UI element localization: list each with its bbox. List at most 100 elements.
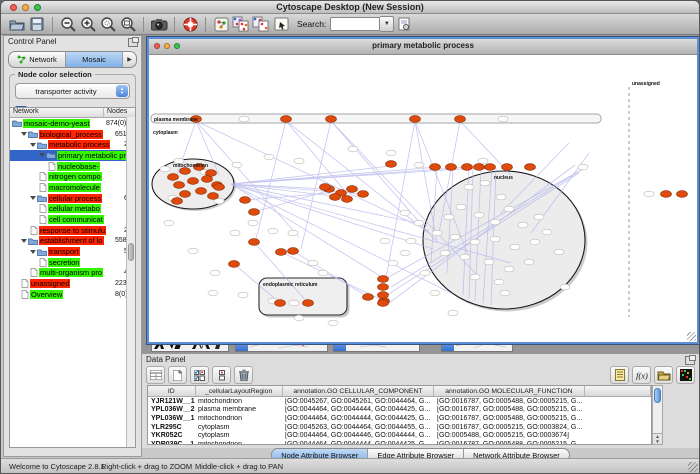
- table-scrollbar-arrows[interactable]: ▲▼: [653, 433, 662, 444]
- table-row[interactable]: YJR121W__1mitochondrion[GO:0045267, GO:0…: [148, 397, 651, 406]
- network-tab-icon: [17, 55, 26, 64]
- tree-row[interactable]: response to stimulu264(0): [10, 225, 135, 236]
- network-view-frame[interactable]: primary metabolic process: [147, 37, 699, 344]
- tab-network[interactable]: Network: [9, 52, 66, 67]
- table-column-header[interactable]: [585, 386, 651, 396]
- expand-triangle-icon[interactable]: [30, 250, 36, 254]
- tree-row-label: secretion: [48, 258, 80, 267]
- tree-row-label: macromolecule: [48, 183, 101, 192]
- save-icon[interactable]: [27, 15, 47, 33]
- tree-row[interactable]: nucleobase-209(0): [10, 161, 135, 172]
- merge-networks-icon[interactable]: [231, 15, 251, 33]
- tree-row[interactable]: secretion41(0): [10, 257, 135, 268]
- tree-header[interactable]: Network Nodes: [10, 108, 135, 118]
- open-folder-icon[interactable]: [7, 15, 27, 33]
- table-row[interactable]: YKR052Ccytoplasm[GO:0044464, GO:0044446,…: [148, 431, 651, 440]
- status-welcome: Welcome to Cytoscape 2.8.1: [9, 462, 105, 471]
- tab-mosaic[interactable]: Mosaic: [66, 52, 123, 67]
- zoom-out-icon[interactable]: [58, 15, 78, 33]
- table-column-header[interactable]: _cellularLayoutRegion: [196, 386, 283, 396]
- table-scrollbar[interactable]: ▲▼: [652, 385, 663, 445]
- annotation-icon[interactable]: [271, 15, 291, 33]
- network-frame-titlebar[interactable]: primary metabolic process: [149, 39, 697, 55]
- expand-triangle-icon[interactable]: [21, 132, 27, 136]
- tree-row[interactable]: establishment of lo558(0): [10, 236, 135, 247]
- node-color-dropdown[interactable]: transporter activity ▲▼: [15, 83, 130, 99]
- tree-row[interactable]: macromolecule311(0): [10, 182, 135, 193]
- table-column-header[interactable]: ID: [148, 386, 196, 396]
- data-panel-toolbar: f(x): [146, 366, 695, 384]
- tree-row[interactable]: cellular process614(0): [10, 193, 135, 204]
- tree-row-label: cellular process: [48, 194, 102, 203]
- tree-row[interactable]: nitrogen compo209(0): [10, 171, 135, 182]
- table-cell: YPL036W__1: [148, 415, 195, 422]
- zoom-selected-icon[interactable]: [98, 15, 118, 33]
- tree-row[interactable]: cell communicat22(0): [10, 214, 135, 225]
- attribute-editor-icon[interactable]: [610, 366, 629, 384]
- title-bar: Cytoscape Desktop (New Session): [1, 1, 699, 14]
- tree-scrollbar-thumb[interactable]: [128, 243, 134, 261]
- tree-row-label: cell communicat: [48, 215, 104, 224]
- float-panel-icon[interactable]: [128, 38, 138, 47]
- network-canvas[interactable]: plasma membrane cytoplasm mitochondrion …: [149, 55, 697, 342]
- table-column-header[interactable]: annotation.GO CELLULAR_COMPONENT: [283, 386, 434, 396]
- tree-row-label: establishment of lo: [39, 236, 104, 245]
- table-cell: [GO:0045263, GO:0044464, GO:0044455, G..…: [282, 424, 434, 431]
- table-scrollbar-thumb[interactable]: [654, 388, 661, 403]
- snapshot-camera-icon[interactable]: [149, 15, 169, 33]
- control-panel-title: Control Panel: [8, 37, 56, 46]
- expand-triangle-icon[interactable]: [30, 196, 36, 200]
- search-options-icon[interactable]: [394, 15, 414, 33]
- file-icon: [30, 226, 38, 235]
- table-cell: [GO:0044464, GO:0044444, GO:0044425, G..…: [282, 441, 434, 445]
- tree-row[interactable]: unassigned223(0): [10, 278, 135, 289]
- table-cell: [GO:0044464, GO:0044444, GO:0044425, G..…: [282, 415, 434, 422]
- window-resize-grip[interactable]: [688, 462, 698, 472]
- select-attributes-icon[interactable]: [190, 366, 209, 384]
- table-row[interactable]: YLR295Ccytoplasm[GO:0045263, GO:0044464,…: [148, 423, 651, 432]
- frame-resize-grip[interactable]: [687, 332, 696, 341]
- attribute-table-icon[interactable]: [146, 366, 165, 384]
- search-dropdown-icon[interactable]: ▼: [380, 16, 394, 32]
- tree-scrollbar[interactable]: [126, 117, 135, 447]
- network-desktop: primary metabolic process: [142, 35, 699, 353]
- tree-row[interactable]: Overview8(0): [10, 289, 135, 300]
- tree-row-label: nitrogen compo: [48, 172, 102, 181]
- table-cell: [GO:0016787, GO:0005488, GO:0005215, G..…: [434, 415, 585, 422]
- table-row[interactable]: YPL036W__2plasma membrane[GO:0044464, GO…: [148, 406, 651, 415]
- table-column-header[interactable]: annotation.GO MOLECULAR_FUNCTION: [434, 386, 585, 396]
- expand-triangle-icon[interactable]: [39, 153, 45, 157]
- new-attribute-icon[interactable]: [168, 366, 187, 384]
- table-cell: [GO:0044464, GO:0044446, GO:0044444, G..…: [282, 432, 434, 439]
- tree-row[interactable]: biological_process651(0): [10, 129, 135, 140]
- tabs-overflow-arrow-icon[interactable]: ▶: [123, 52, 136, 67]
- table-row[interactable]: YDR039C__1mitochondrion[GO:0044464, GO:0…: [148, 440, 651, 445]
- search-input[interactable]: [330, 17, 380, 31]
- tree-row[interactable]: metabolic process280(0): [10, 139, 135, 150]
- tree-row[interactable]: mosaic-demo-yeast874(0): [10, 118, 135, 129]
- formula-builder-icon[interactable]: f(x): [632, 366, 651, 384]
- compare-networks-icon[interactable]: [251, 15, 271, 33]
- zoom-fit-icon[interactable]: [118, 15, 138, 33]
- unselect-attributes-icon[interactable]: [212, 366, 231, 384]
- help-lifering-icon[interactable]: [180, 15, 200, 33]
- data-panel-title: Data Panel: [146, 355, 186, 364]
- layout-icon[interactable]: [211, 15, 231, 33]
- table-cell: cytoplasm: [195, 424, 282, 431]
- tree-row[interactable]: cellular metabo209(0): [10, 204, 135, 215]
- tree-row[interactable]: primary metabolic process209(...: [10, 150, 135, 161]
- table-cell: [GO:0016787, GO:0005488, GO:0005215, G..…: [434, 406, 585, 413]
- expand-triangle-icon[interactable]: [30, 143, 36, 147]
- tree-row[interactable]: transport558(0): [10, 246, 135, 257]
- tree-row[interactable]: multi-organism pro42(0): [10, 268, 135, 279]
- table-row[interactable]: YPL036W__1mitochondrion[GO:0044464, GO:0…: [148, 414, 651, 423]
- file-icon: [30, 268, 38, 277]
- tab-mosaic-label: Mosaic: [82, 55, 106, 64]
- zoom-in-icon[interactable]: [78, 15, 98, 33]
- import-attributes-folder-icon[interactable]: [654, 366, 673, 384]
- expand-triangle-icon[interactable]: [21, 239, 27, 243]
- float-data-panel-icon[interactable]: [685, 356, 695, 365]
- region-cytoplasm-label: cytoplasm: [153, 130, 178, 136]
- delete-attribute-trash-icon[interactable]: [234, 366, 253, 384]
- attribute-matrix-icon[interactable]: [676, 366, 695, 384]
